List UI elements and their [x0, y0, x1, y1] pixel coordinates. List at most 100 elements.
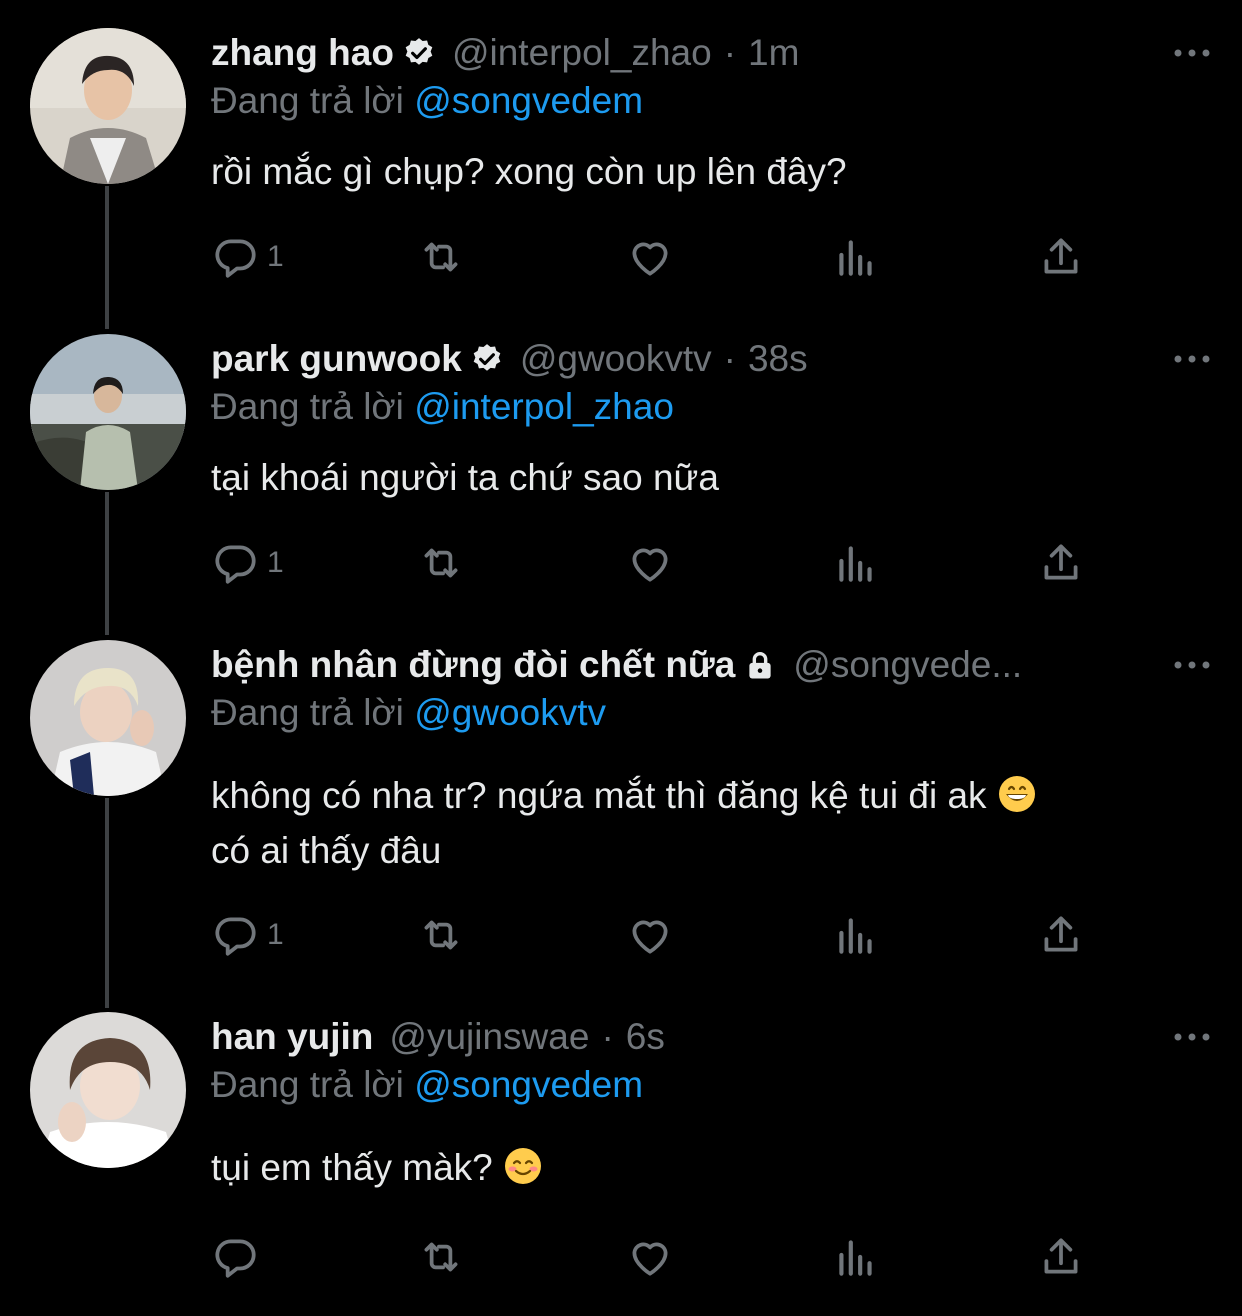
tweet-text: rồi mắc gì chụp? xong còn up lên đây?: [211, 151, 847, 192]
display-name[interactable]: park gunwook: [211, 338, 462, 380]
like-icon: [632, 242, 668, 276]
replying-to: Đang trả lời @gwookvtv: [211, 692, 606, 734]
avatar-image: [30, 640, 186, 796]
tweet-text-part: không có nha tr? ngứa mắt thì đăng kệ tu…: [211, 775, 987, 816]
username-handle[interactable]: @interpol_zhao: [452, 32, 712, 74]
separator-dot: ·: [723, 32, 737, 73]
retweet-button[interactable]: [416, 1232, 466, 1282]
action-bar: 1: [211, 910, 1111, 960]
avatar[interactable]: [30, 28, 186, 184]
replying-to-mention[interactable]: @interpol_zhao: [414, 386, 674, 427]
replying-to-mention[interactable]: @songvedem: [414, 1064, 643, 1105]
more-icon: [1174, 1033, 1210, 1041]
username-handle[interactable]: @yujinswae: [389, 1016, 589, 1058]
replying-to-label: Đang trả lời: [211, 80, 404, 121]
retweet-icon: [424, 242, 458, 272]
timestamp[interactable]: 1m: [748, 32, 799, 74]
avatar[interactable]: [30, 1012, 186, 1168]
retweet-button[interactable]: [416, 538, 466, 588]
replying-to-label: Đang trả lời: [211, 1064, 404, 1105]
reply-icon: [215, 545, 256, 584]
separator-dot: ·: [601, 1016, 614, 1057]
avatar[interactable]: [30, 640, 186, 796]
more-options-button[interactable]: [1172, 1012, 1212, 1062]
like-icon: [632, 1242, 668, 1276]
display-name[interactable]: han yujin: [211, 1016, 373, 1058]
share-button[interactable]: [1036, 232, 1086, 282]
tweet[interactable]: zhang hao @interpol_zhao · 1m Đang trả l…: [0, 28, 1242, 318]
reply-button[interactable]: [211, 1232, 267, 1282]
replying-to-label: Đang trả lời: [211, 386, 404, 427]
like-button[interactable]: [625, 538, 675, 588]
avatar[interactable]: [30, 334, 186, 490]
retweet-button[interactable]: [416, 910, 466, 960]
avatar-image: [30, 1012, 186, 1168]
share-icon: [1044, 916, 1078, 952]
more-icon: [1174, 661, 1210, 669]
action-bar: 1: [211, 232, 1111, 282]
timestamp[interactable]: 6s: [626, 1016, 665, 1058]
tweet-text: tụi em thấy màk?: [211, 1140, 1191, 1195]
replying-to-label: Đang trả lời: [211, 692, 404, 733]
tweet-text: tại khoái người ta chứ sao nữa: [211, 457, 719, 498]
like-button[interactable]: [625, 232, 675, 282]
share-button[interactable]: [1036, 910, 1086, 960]
reply-count: 1: [267, 918, 284, 951]
more-icon: [1174, 49, 1210, 57]
more-options-button[interactable]: [1172, 334, 1212, 384]
reply-count: 1: [267, 240, 284, 273]
reply-icon: [215, 1239, 256, 1278]
tweet-text-line: có ai thấy đâu: [211, 830, 442, 871]
views-icon: [839, 918, 872, 954]
grinning-face-emoji-icon: [998, 776, 1035, 812]
username-handle[interactable]: @gwookvtv: [520, 338, 712, 380]
action-bar: 1: [211, 538, 1111, 588]
lock-icon: [749, 652, 771, 679]
retweet-button[interactable]: [416, 232, 466, 282]
reply-button[interactable]: 1: [211, 538, 284, 588]
replying-to: Đang trả lời @songvedem: [211, 80, 643, 122]
share-icon: [1044, 238, 1078, 274]
verified-badge-icon: [473, 344, 501, 371]
tweet-text-line: không có nha tr? ngứa mắt thì đăng kệ tu…: [211, 768, 1191, 823]
like-button[interactable]: [625, 1232, 675, 1282]
username-handle[interactable]: @songvede...: [793, 644, 1022, 686]
replying-to-mention[interactable]: @songvedem: [414, 80, 643, 121]
views-icon: [839, 1240, 872, 1276]
reply-count: 1: [267, 546, 284, 579]
reply-icon: [215, 917, 256, 956]
tweet[interactable]: han yujin @yujinswae · 6s Đang trả lời @…: [0, 1012, 1242, 1302]
tweet-text-part: tụi em thấy màk?: [211, 1147, 493, 1188]
avatar-image: [30, 28, 186, 184]
like-button[interactable]: [625, 910, 675, 960]
tweet[interactable]: park gunwook @gwookvtv · 38s Đang trả lờ…: [0, 334, 1242, 624]
action-bar: [211, 1232, 1111, 1282]
tweet[interactable]: bệnh nhân đừng đòi chết nữa @songvede...…: [0, 640, 1242, 990]
views-button[interactable]: [831, 232, 881, 282]
views-button[interactable]: [831, 538, 881, 588]
timestamp[interactable]: 38s: [748, 338, 808, 380]
more-icon: [1174, 355, 1210, 363]
reply-button[interactable]: 1: [211, 232, 284, 282]
verified-badge-icon: [405, 38, 433, 65]
reply-icon: [215, 239, 256, 278]
replying-to-mention[interactable]: @gwookvtv: [414, 692, 606, 733]
display-name[interactable]: zhang hao: [211, 32, 394, 74]
share-button[interactable]: [1036, 1232, 1086, 1282]
retweet-icon: [424, 1242, 458, 1272]
more-options-button[interactable]: [1172, 640, 1212, 690]
retweet-icon: [424, 548, 458, 578]
more-options-button[interactable]: [1172, 28, 1212, 78]
views-button[interactable]: [831, 1232, 881, 1282]
display-name[interactable]: bệnh nhân đừng đòi chết nữa: [211, 644, 735, 686]
tweet-header: park gunwook @gwookvtv · 38s: [211, 334, 1141, 384]
tweet-header: bệnh nhân đừng đòi chết nữa @songvede...: [211, 640, 1141, 690]
share-button[interactable]: [1036, 538, 1086, 588]
like-icon: [632, 548, 668, 582]
tweet-header: han yujin @yujinswae · 6s: [211, 1012, 1141, 1062]
avatar-image: [30, 334, 186, 490]
views-button[interactable]: [831, 910, 881, 960]
reply-button[interactable]: 1: [211, 910, 284, 960]
tweet-text: không có nha tr? ngứa mắt thì đăng kệ tu…: [211, 768, 1191, 878]
views-icon: [839, 240, 872, 276]
